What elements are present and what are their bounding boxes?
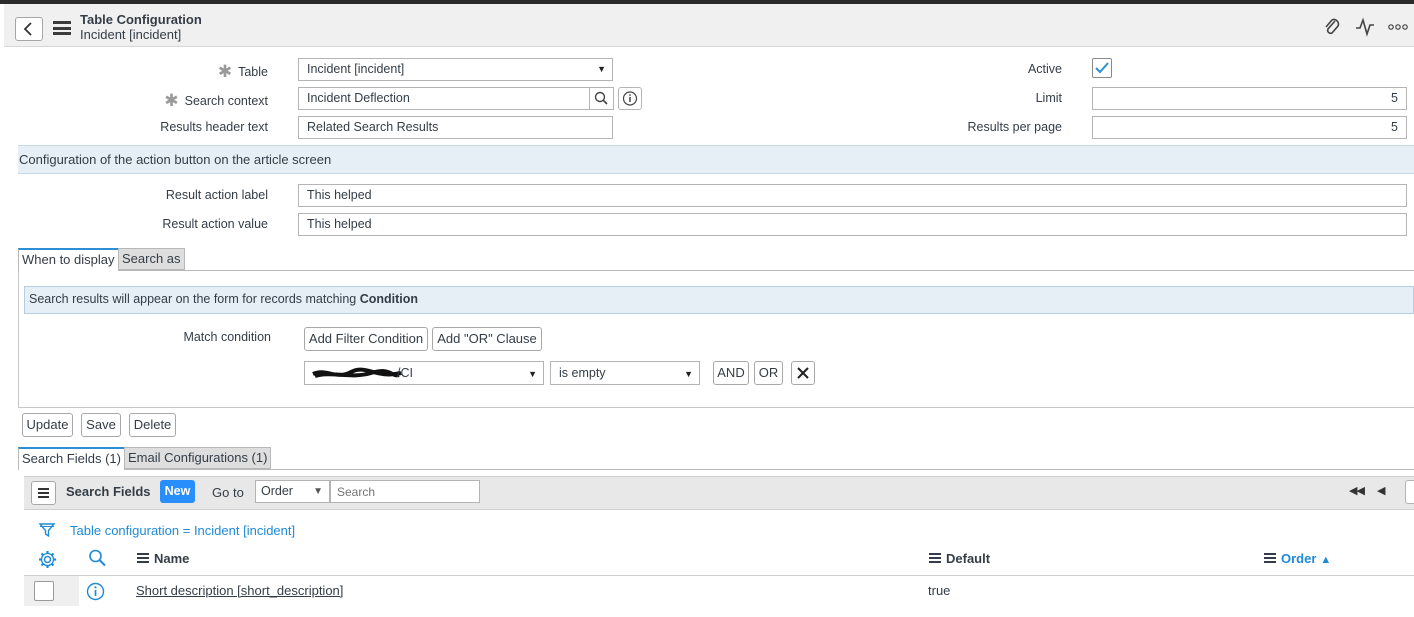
gear-icon[interactable] — [37, 549, 58, 570]
paperclip-icon[interactable] — [1321, 16, 1343, 38]
search-context-field[interactable]: Incident Deflection — [298, 87, 590, 110]
activity-icon[interactable] — [1354, 16, 1376, 38]
previous-page-icon[interactable]: ◀ — [1377, 484, 1385, 497]
reference-info-button[interactable] — [618, 87, 642, 110]
chevron-down-icon: ▼ — [313, 486, 323, 497]
required-icon: ✱ — [164, 91, 179, 110]
header-divider — [24, 575, 1414, 576]
row-checkbox[interactable] — [34, 581, 54, 601]
condition-info-bar: Search results will appear on the form f… — [24, 286, 1414, 314]
reference-lookup-button[interactable] — [589, 87, 614, 110]
or-button[interactable]: OR — [754, 361, 783, 385]
chevron-down-icon: ▼ — [684, 369, 693, 379]
results-header-value: Related Search Results — [307, 120, 439, 134]
table-select-value: Incident [incident] — [307, 62, 405, 76]
tab-when-to-display[interactable]: When to display — [18, 248, 119, 271]
condition-field-value: /CI — [397, 366, 413, 380]
related-tab-divider — [18, 469, 1414, 470]
column-menu-icon[interactable] — [137, 552, 149, 565]
goto-label: Go to — [212, 485, 244, 500]
chevron-down-icon: ▼ — [597, 64, 606, 74]
table-label: ✱ Table — [217, 62, 268, 81]
tab-search-fields[interactable]: Search Fields (1) — [18, 447, 125, 470]
menu-icon — [38, 488, 49, 498]
column-header-order[interactable]: Order ▲ — [1264, 551, 1331, 566]
first-page-icon[interactable]: ◀◀ — [1349, 484, 1365, 497]
limit-label: Limit — [1035, 91, 1062, 105]
search-context-value: Incident Deflection — [307, 91, 410, 105]
table-select[interactable]: Incident [incident] ▼ — [298, 58, 613, 81]
search-context-label: ✱ Search context — [164, 91, 268, 110]
checkmark-icon — [1095, 62, 1109, 74]
condition-operator-value: is empty — [559, 366, 606, 380]
menu-icon[interactable] — [53, 21, 71, 35]
search-icon[interactable] — [87, 548, 108, 569]
required-icon: ✱ — [217, 62, 233, 81]
list-search-input[interactable] — [330, 480, 480, 503]
redacted-scribble — [312, 367, 402, 378]
column-menu-icon[interactable] — [1264, 552, 1276, 565]
list-title: Search Fields — [66, 484, 151, 499]
tab-search-as[interactable]: Search as — [118, 248, 185, 270]
add-filter-condition-button[interactable]: Add Filter Condition — [304, 327, 428, 351]
and-button[interactable]: AND — [713, 361, 749, 385]
add-or-clause-button[interactable]: Add "OR" Clause — [432, 327, 542, 351]
results-per-page-field[interactable]: 5 — [1092, 116, 1407, 139]
condition-info-bold: Condition — [359, 292, 419, 306]
save-button[interactable]: Save — [81, 413, 121, 437]
new-button[interactable]: New — [160, 480, 195, 503]
search-icon — [594, 91, 608, 105]
back-button[interactable] — [15, 17, 43, 41]
results-header-field[interactable]: Related Search Results — [298, 116, 613, 139]
result-action-value-field[interactable]: This helped — [298, 213, 1407, 236]
condition-field-select[interactable]: /CI ▼ — [304, 361, 544, 385]
row-name-link[interactable]: Short description [short_description] — [136, 583, 343, 598]
active-label: Active — [1027, 62, 1062, 76]
close-icon — [797, 367, 809, 379]
results-per-page-label: Results per page — [967, 120, 1062, 134]
result-action-value-label: Result action value — [162, 217, 268, 231]
page-title: Table Configuration — [80, 12, 202, 27]
results-header-label: Results header text — [160, 120, 268, 134]
tab-email-configurations[interactable]: Email Configurations (1) — [124, 447, 272, 469]
action-section-header: Configuration of the action button on th… — [18, 145, 1414, 174]
goto-select[interactable]: Order ▼ — [255, 480, 330, 503]
info-icon[interactable] — [85, 581, 106, 602]
condition-info-text: Search results will appear on the form f… — [29, 292, 360, 306]
chevron-left-icon — [23, 22, 32, 36]
results-per-page-value: 5 — [1391, 120, 1398, 134]
match-condition-label: Match condition — [183, 330, 271, 344]
remove-condition-button[interactable] — [791, 361, 815, 385]
update-button[interactable]: Update — [22, 413, 73, 437]
result-action-label-value: This helped — [307, 188, 372, 202]
info-icon — [622, 91, 638, 106]
active-checkbox[interactable] — [1092, 58, 1112, 78]
limit-field[interactable]: 5 — [1092, 87, 1407, 110]
list-menu-button[interactable] — [31, 481, 56, 505]
page-number-field[interactable] — [1405, 480, 1414, 504]
filter-icon[interactable] — [38, 521, 56, 539]
result-action-value-value: This helped — [307, 217, 372, 231]
chevron-down-icon: ▼ — [528, 369, 537, 379]
delete-button[interactable]: Delete — [129, 413, 176, 437]
result-action-label-field[interactable]: This helped — [298, 184, 1407, 207]
form-header: Table Configuration Incident [incident] — [4, 4, 1414, 47]
more-options-icon[interactable] — [1387, 16, 1409, 38]
column-header-name[interactable]: Name — [137, 551, 189, 566]
result-action-label-label: Result action label — [165, 188, 268, 202]
column-menu-icon[interactable] — [929, 552, 941, 565]
column-header-default[interactable]: Default — [929, 551, 990, 566]
limit-value: 5 — [1391, 91, 1398, 105]
row-default-value: true — [928, 583, 951, 598]
page-subtitle: Incident [incident] — [80, 27, 182, 42]
goto-select-value: Order — [261, 484, 293, 498]
sort-ascending-icon: ▲ — [1320, 554, 1332, 566]
filter-breadcrumb[interactable]: Table configuration = Incident [incident… — [70, 523, 295, 538]
condition-operator-select[interactable]: is empty ▼ — [550, 361, 700, 385]
